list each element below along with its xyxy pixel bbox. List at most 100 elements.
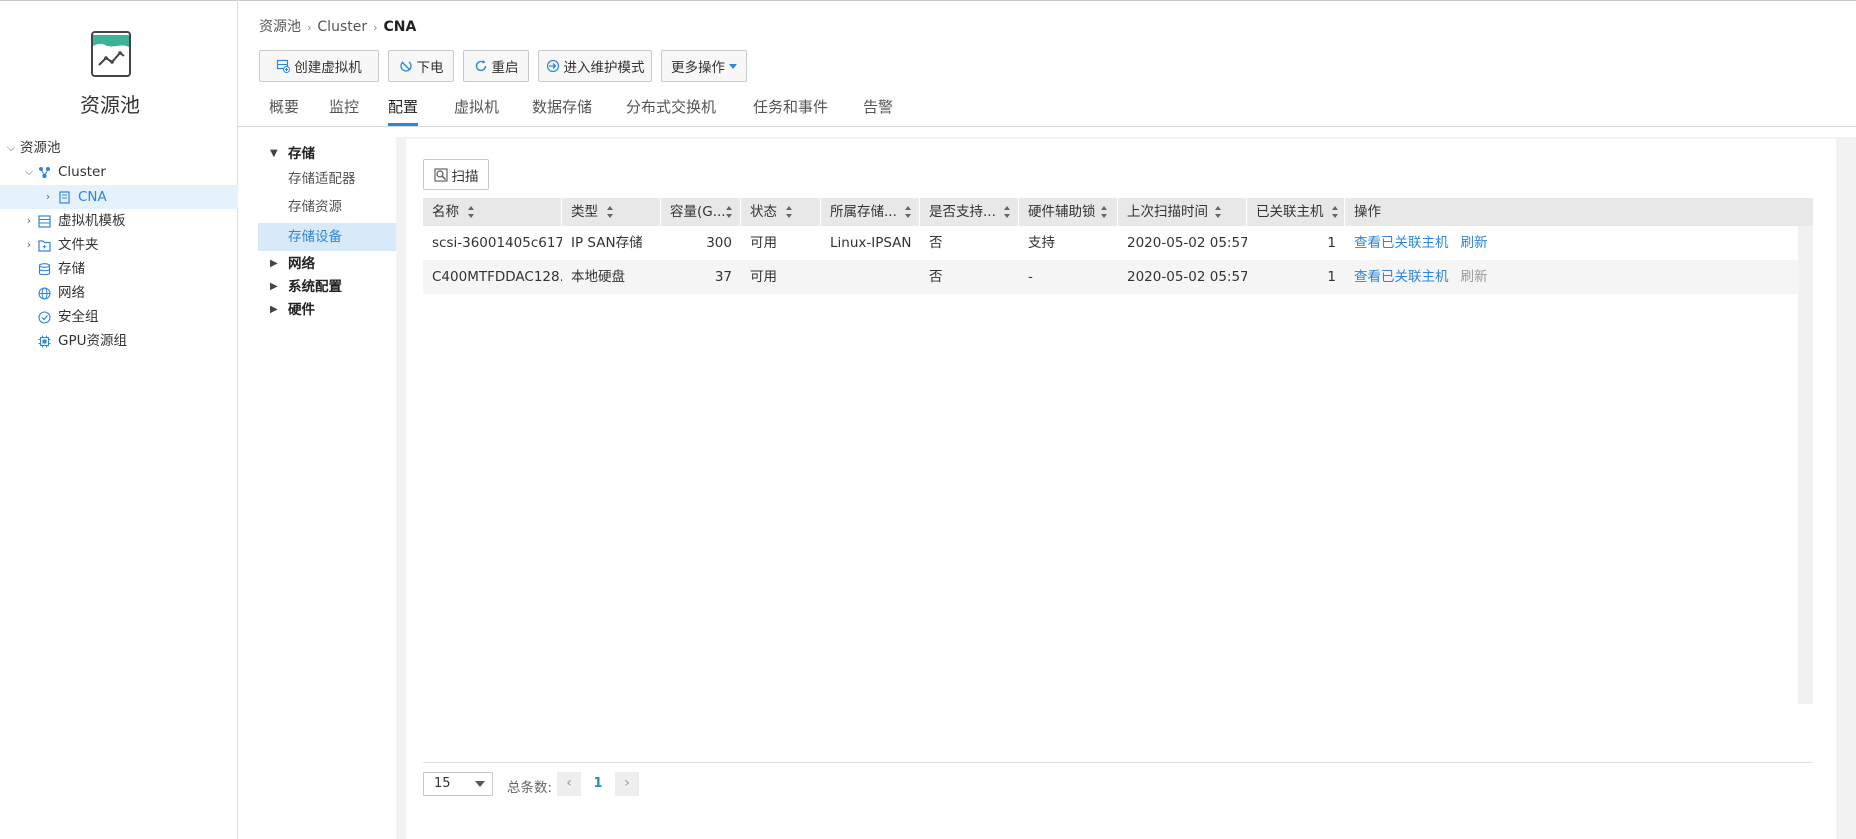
subnav-node-storage[interactable]: ▼ 存储 [258, 140, 396, 168]
cell-scan-time: 2020-05-02 05:57... [1127, 269, 1247, 285]
table-row[interactable]: C400MTFDDAC128... 本地硬盘 37 可用 否 - 2020-05… [423, 260, 1798, 294]
cell-capacity: 300 [706, 235, 732, 251]
tab-config[interactable]: 配置 [388, 96, 419, 126]
tree-item-vm-template[interactable]: › 虚拟机模板 [0, 209, 238, 233]
more-actions-button[interactable]: 更多操作 [661, 50, 747, 82]
column-header-type[interactable]: 类型 [562, 198, 661, 226]
cell-hosts: 1 [1327, 269, 1336, 285]
sort-icon [905, 206, 911, 218]
subnav-item-storage-device[interactable]: 存储设备 [258, 223, 396, 251]
column-header-hw-lock[interactable]: 硬件辅助锁 [1019, 198, 1118, 226]
resource-pool-logo-icon [91, 31, 131, 77]
host-icon [59, 191, 70, 204]
scan-button[interactable]: 扫描 [423, 159, 489, 190]
table-vertical-scrollbar[interactable] [1798, 226, 1813, 704]
triangle-right-icon[interactable]: ▶ [270, 296, 278, 324]
cell-name: C400MTFDDAC128... [432, 269, 562, 285]
tab-datastore[interactable]: 数据存储 [532, 96, 592, 126]
resource-pool-sidebar: 资源池 ⌵ 资源池 ⌵ Cluster › CNA › 虚拟机模板 › 文件夹 … [0, 0, 238, 839]
tree-item-network[interactable]: 网络 [0, 281, 238, 305]
column-header-status[interactable]: 状态 [741, 198, 821, 226]
tree-item-gpu-group[interactable]: GPU资源组 [0, 329, 238, 353]
sort-icon [786, 206, 792, 218]
caret-down-icon [475, 781, 485, 787]
cell-status: 可用 [750, 235, 777, 251]
chevron-down-icon[interactable]: ⌵ [23, 160, 35, 184]
chevron-down-icon[interactable]: ⌵ [5, 136, 17, 160]
cell-owner-storage: Linux-IPSAN [830, 235, 912, 251]
breadcrumb-item-cluster[interactable]: Cluster [317, 19, 367, 35]
column-header-support[interactable]: 是否支持... [920, 198, 1019, 226]
table-row[interactable]: scsi-36001405c617... IP SAN存储 300 可用 Lin… [423, 226, 1798, 260]
sort-icon [1004, 206, 1010, 218]
sort-icon [1332, 206, 1338, 218]
create-vm-button[interactable]: 创建虚拟机 [259, 50, 379, 82]
restart-button[interactable]: 重启 [463, 50, 529, 82]
triangle-down-icon[interactable]: ▼ [270, 140, 278, 168]
column-header-scan-time[interactable]: 上次扫描时间 [1118, 198, 1247, 226]
tab-tasks-events[interactable]: 任务和事件 [753, 96, 828, 126]
breadcrumb-separator-icon: › [373, 21, 378, 34]
resource-tree: ⌵ 资源池 ⌵ Cluster › CNA › 虚拟机模板 › 文件夹 存储 网… [0, 136, 238, 349]
enter-maintenance-button[interactable]: 进入维护模式 [538, 50, 652, 82]
restart-icon [475, 60, 486, 72]
config-content: ▼ 存储 存储适配器 存储资源 存储设备 ▶ 网络 ▶ 系统配置 ▶ 硬件 扫描… [258, 137, 1856, 839]
sort-icon [607, 206, 613, 218]
cell-hw-lock: 支持 [1028, 235, 1055, 251]
column-header-owner-storage[interactable]: 所属存储... [821, 198, 920, 226]
tab-vms[interactable]: 虚拟机 [454, 96, 499, 126]
refresh-link[interactable]: 刷新 [1461, 235, 1488, 251]
cluster-icon [39, 167, 50, 179]
gpu-icon [38, 335, 51, 348]
create-vm-icon [277, 59, 291, 73]
chevron-right-icon[interactable]: › [23, 209, 35, 233]
page-size-select[interactable]: 15 [423, 772, 493, 796]
sort-icon [468, 206, 474, 218]
cell-status: 可用 [750, 269, 777, 285]
cell-support: 否 [929, 269, 943, 285]
globe-icon [38, 287, 51, 300]
sidebar-title: 资源池 [80, 93, 140, 117]
tree-item-cna[interactable]: › CNA [0, 185, 238, 209]
tab-dvswitch[interactable]: 分布式交换机 [626, 96, 716, 126]
power-off-button[interactable]: 下电 [388, 50, 454, 82]
tab-bar: 概要 监控 配置 虚拟机 数据存储 分布式交换机 任务和事件 告警 [238, 92, 1856, 127]
cell-scan-time: 2020-05-02 05:57... [1127, 235, 1247, 251]
next-page-button[interactable]: › [615, 772, 639, 796]
view-linked-hosts-link[interactable]: 查看已关联主机 [1354, 269, 1449, 285]
top-border [0, 0, 237, 1]
config-subnav: ▼ 存储 存储适配器 存储资源 存储设备 ▶ 网络 ▶ 系统配置 ▶ 硬件 [258, 137, 396, 839]
tree-item-cluster[interactable]: ⌵ Cluster [0, 160, 238, 184]
prev-page-button[interactable]: ‹ [557, 772, 581, 796]
tab-summary[interactable]: 概要 [269, 96, 299, 126]
cell-actions: 查看已关联主机 刷新 [1345, 260, 1798, 294]
sort-icon [1215, 206, 1221, 218]
column-header-capacity[interactable]: 容量(G... [661, 198, 741, 226]
chevron-right-icon[interactable]: › [42, 185, 54, 209]
breadcrumb: 资源池 › Cluster › CNA [259, 16, 416, 36]
folder-icon [38, 240, 51, 252]
breadcrumb-item-resource-pool[interactable]: 资源池 [259, 19, 301, 35]
cell-support: 否 [929, 235, 943, 251]
subnav-node-hardware[interactable]: ▶ 硬件 [258, 296, 396, 324]
caret-down-icon [729, 63, 737, 69]
tree-item-storage[interactable]: 存储 [0, 257, 238, 281]
current-page[interactable]: 1 [586, 772, 610, 796]
tree-item-folder[interactable]: › 文件夹 [0, 233, 238, 257]
chevron-right-icon[interactable]: › [23, 233, 35, 257]
view-linked-hosts-link[interactable]: 查看已关联主机 [1354, 235, 1449, 251]
subnav-item-storage-resource[interactable]: 存储资源 [258, 193, 396, 221]
tab-monitor[interactable]: 监控 [329, 96, 359, 126]
sort-icon [726, 206, 732, 218]
column-header-hosts[interactable]: 已关联主机 [1247, 198, 1345, 226]
cell-actions: 查看已关联主机 刷新 [1345, 226, 1798, 260]
tree-item-security-group[interactable]: 安全组 [0, 305, 238, 329]
storage-icon [38, 263, 51, 276]
subnav-item-storage-adapter[interactable]: 存储适配器 [258, 165, 396, 193]
column-header-name[interactable]: 名称 [423, 198, 562, 226]
cell-hosts: 1 [1327, 235, 1336, 251]
scan-icon [433, 167, 448, 182]
power-off-icon [399, 61, 412, 72]
tree-item-resource-pool[interactable]: ⌵ 资源池 [0, 136, 238, 160]
tab-alarms[interactable]: 告警 [863, 96, 893, 126]
